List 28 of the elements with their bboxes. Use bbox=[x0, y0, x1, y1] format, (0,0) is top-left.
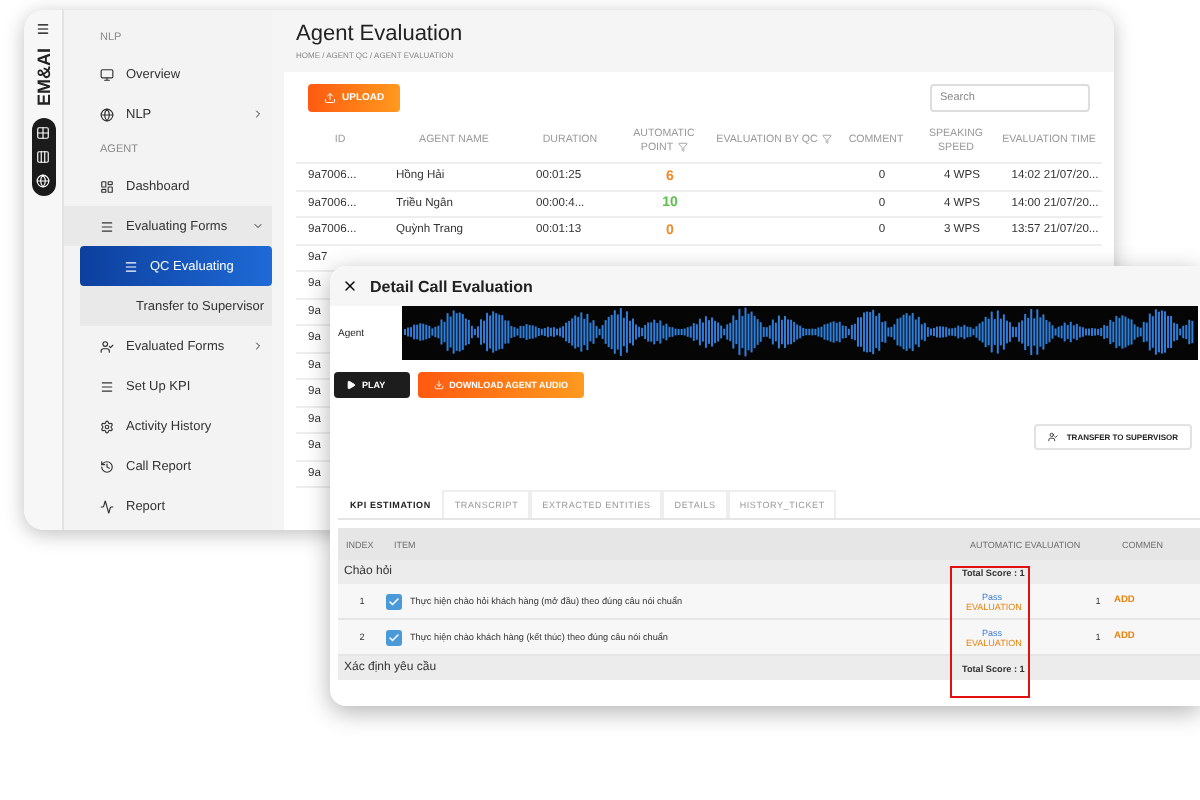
chevron-right-icon bbox=[252, 108, 264, 120]
user-icon bbox=[100, 339, 114, 353]
logo: EM&AI bbox=[33, 48, 53, 106]
menu-icon bbox=[100, 379, 114, 393]
chevron-right-icon bbox=[252, 340, 264, 352]
dashboard-icon bbox=[100, 179, 114, 193]
upload-icon bbox=[324, 92, 336, 104]
checkbox[interactable] bbox=[386, 629, 402, 645]
columns-icon[interactable] bbox=[36, 150, 50, 164]
monitor-icon bbox=[100, 67, 114, 81]
grid-icon[interactable] bbox=[36, 126, 50, 140]
chevron-down-icon bbox=[252, 220, 264, 232]
checkbox[interactable] bbox=[386, 593, 402, 609]
menu-icon[interactable] bbox=[36, 22, 50, 36]
page-title: Agent Evaluation bbox=[294, 22, 465, 46]
globe-icon bbox=[100, 107, 114, 121]
menu-icon bbox=[124, 259, 138, 273]
activity-icon bbox=[100, 499, 114, 513]
menu-icon bbox=[100, 219, 114, 233]
globe-icon[interactable] bbox=[36, 174, 50, 188]
history-icon bbox=[100, 459, 114, 473]
dialog-title: Detail Call Evaluation bbox=[370, 277, 533, 295]
play-icon bbox=[346, 380, 356, 390]
download-icon bbox=[433, 380, 444, 390]
settings-icon bbox=[100, 419, 114, 433]
user-icon bbox=[1048, 432, 1059, 442]
highlight-frame bbox=[950, 566, 1030, 698]
close-icon[interactable] bbox=[342, 278, 358, 294]
